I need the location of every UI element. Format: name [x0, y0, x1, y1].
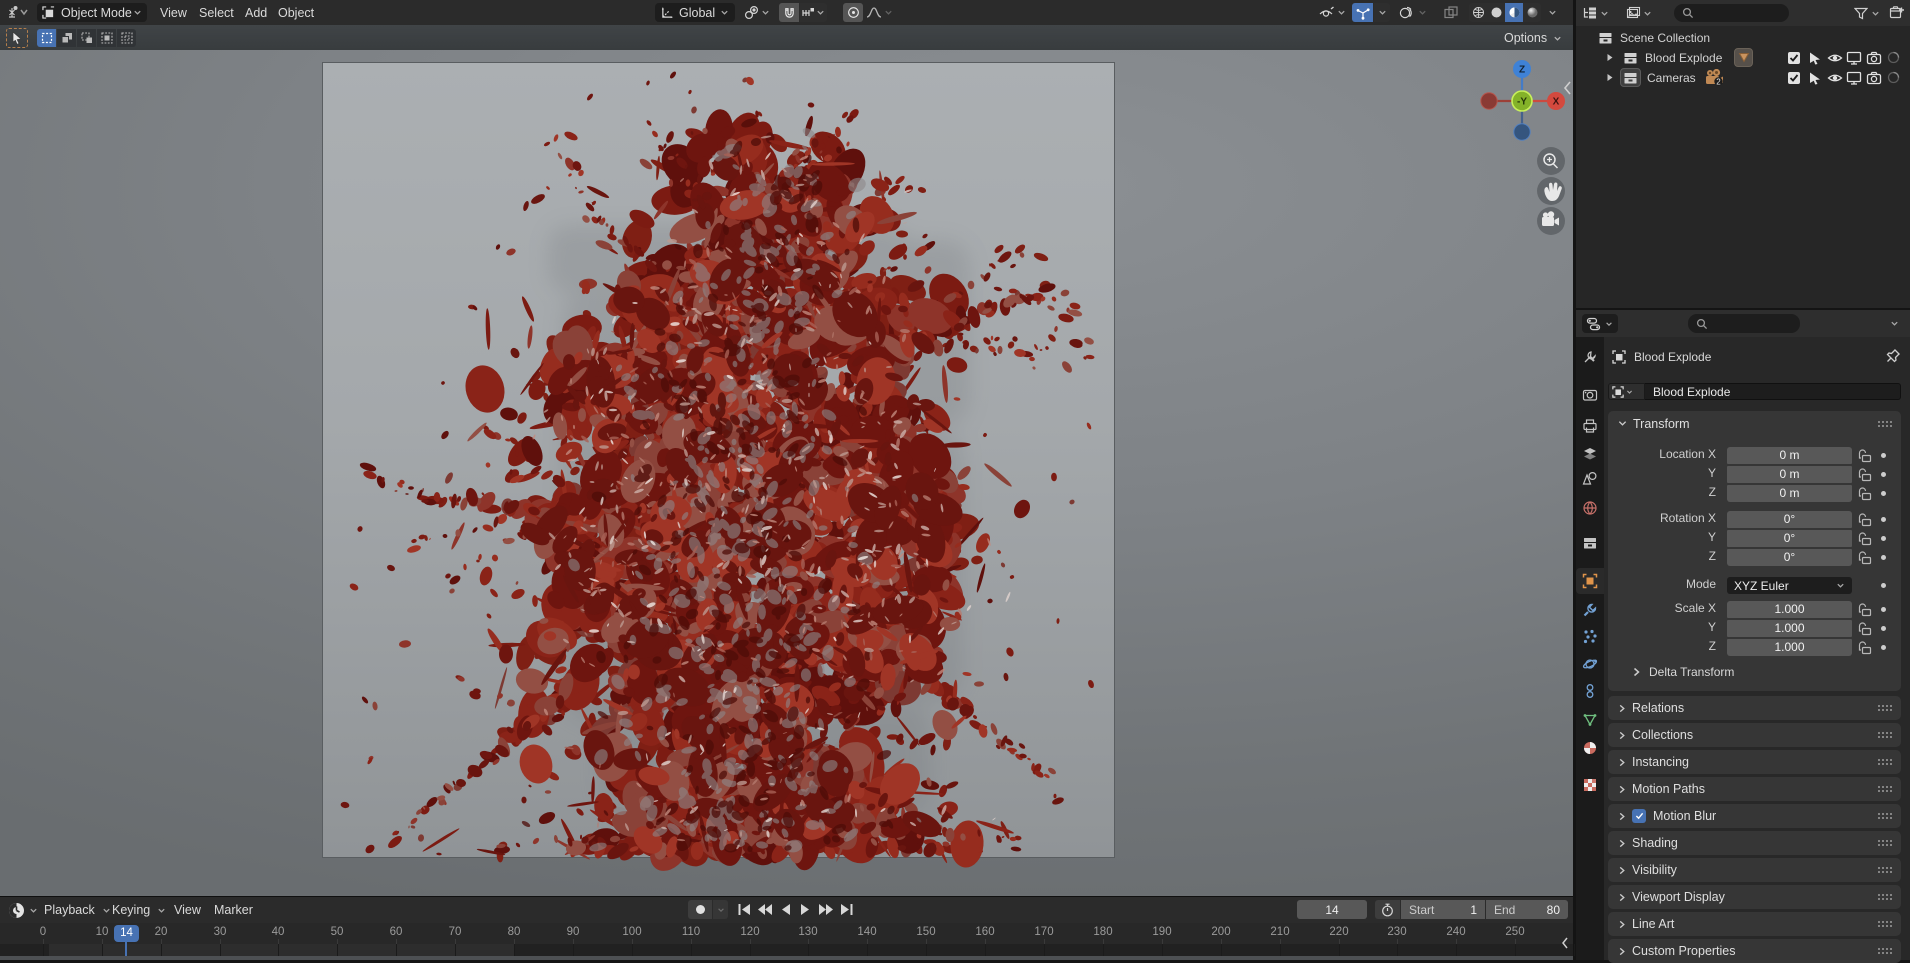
svg-text:Z: Z	[1519, 65, 1525, 76]
svg-text:2: 2	[1716, 77, 1721, 86]
svg-text:X: X	[1553, 97, 1560, 108]
svg-text:-Y: -Y	[1517, 97, 1527, 108]
